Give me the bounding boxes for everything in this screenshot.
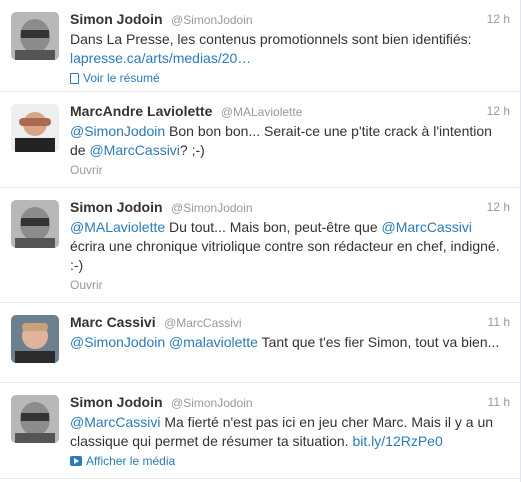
tweet-text: @MarcCassivi Ma fierté n'est pas ici en … (70, 413, 510, 451)
avatar[interactable] (11, 200, 59, 248)
mention-link[interactable]: @MALaviolette (70, 219, 165, 235)
tweet[interactable]: Marc Cassivi @MarcCassivi 11 h @SimonJod… (0, 303, 520, 383)
tweet-text-plain: ? ;-) (179, 142, 205, 158)
mention-link[interactable]: @SimonJodoin (70, 334, 165, 350)
avatar[interactable] (11, 395, 59, 443)
author-name[interactable]: Marc Cassivi (70, 314, 156, 330)
timestamp[interactable]: 12 h (487, 102, 510, 120)
timestamp[interactable]: 12 h (487, 10, 510, 28)
tweet-text-plain: Dans La Presse, les contenus promotionne… (70, 31, 472, 47)
tweet[interactable]: Simon Jodoin @SimonJodoin 12 h @MALaviol… (0, 188, 520, 303)
open-button[interactable]: Ouvrir (70, 277, 510, 293)
tweet-link[interactable]: lapresse.ca/arts/medias/20… (70, 50, 251, 66)
avatar[interactable] (11, 104, 59, 152)
tweet[interactable]: MarcAndre Laviolette @MALaviolette 12 h … (0, 92, 520, 188)
timestamp[interactable]: 12 h (487, 198, 510, 216)
show-media-button[interactable]: Afficher le média (70, 453, 510, 469)
timestamp[interactable]: 11 h (488, 393, 510, 411)
tweet-text-plain: Tant que t'es fier Simon, tout va bien..… (257, 334, 500, 350)
tweet-feed: Simon Jodoin @SimonJodoin 12 h Dans La P… (0, 0, 520, 479)
avatar[interactable] (11, 12, 59, 60)
mention-link[interactable]: @SimonJodoin (70, 123, 165, 139)
author-name[interactable]: Simon Jodoin (70, 199, 163, 215)
author-name[interactable]: Simon Jodoin (70, 394, 163, 410)
tweet[interactable]: Simon Jodoin @SimonJodoin 12 h Dans La P… (0, 0, 520, 92)
tweet-text: @MALaviolette Du tout... Mais bon, peut-… (70, 218, 510, 275)
author-handle[interactable]: @SimonJodoin (171, 396, 253, 410)
document-icon (70, 72, 79, 84)
tweet-text-plain: Du tout... Mais bon, peut-être que (165, 219, 382, 235)
tweet-text: Dans La Presse, les contenus promotionne… (70, 30, 510, 68)
avatar[interactable] (11, 315, 59, 363)
author-name[interactable]: MarcAndre Laviolette (70, 103, 212, 119)
mention-link[interactable]: @MarcCassivi (89, 142, 179, 158)
open-button[interactable]: Ouvrir (70, 162, 510, 178)
tweet-link[interactable]: bit.ly/12RzPe0 (352, 433, 442, 449)
play-icon (70, 456, 82, 466)
action-label: Afficher le média (86, 454, 176, 468)
timestamp[interactable]: 11 h (488, 313, 510, 331)
tweet[interactable]: Simon Jodoin @SimonJodoin 11 h @MarcCass… (0, 383, 520, 479)
author-handle[interactable]: @SimonJodoin (171, 201, 253, 215)
author-handle[interactable]: @MarcCassivi (164, 316, 242, 330)
author-name[interactable]: Simon Jodoin (70, 11, 163, 27)
mention-link[interactable]: @malaviolette (169, 334, 258, 350)
view-summary-button[interactable]: Voir le résumé (70, 70, 510, 86)
author-handle[interactable]: @SimonJodoin (171, 13, 253, 27)
tweet-text-plain: écrira une chronique vitriolique contre … (70, 238, 500, 273)
tweet-text: @SimonJodoin @malaviolette Tant que t'es… (70, 333, 510, 352)
author-handle[interactable]: @MALaviolette (221, 105, 303, 119)
mention-link[interactable]: @MarcCassivi (382, 219, 472, 235)
tweet-text: @SimonJodoin Bon bon bon... Serait-ce un… (70, 122, 510, 160)
action-label: Voir le résumé (83, 71, 160, 85)
mention-link[interactable]: @MarcCassivi (70, 414, 160, 430)
